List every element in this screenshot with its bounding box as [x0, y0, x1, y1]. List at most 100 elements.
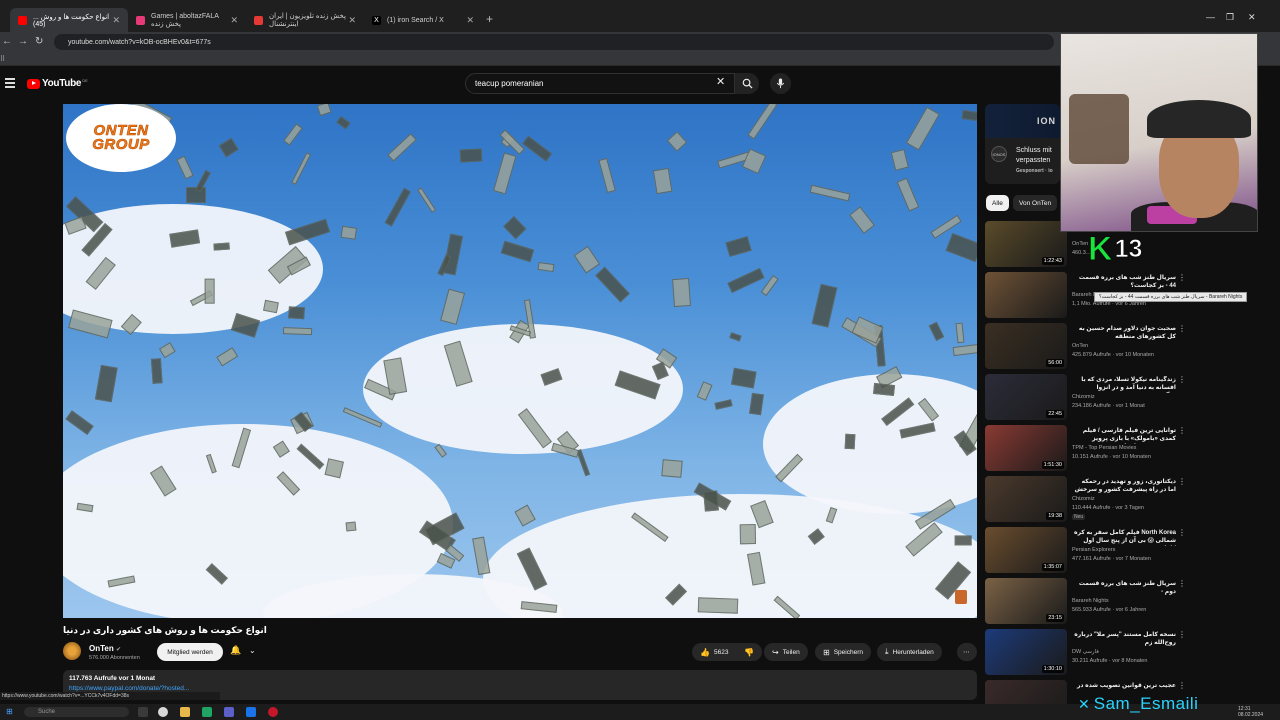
recommendation-item[interactable]: 1:51:30 توانایی ترین فیلم فارسی / فیلم کم…	[985, 425, 1260, 473]
clear-search-icon[interactable]: ✕	[716, 75, 725, 88]
close-tab-icon[interactable]: ✕	[348, 15, 356, 26]
back-icon[interactable]: ←	[2, 36, 12, 47]
chip-all[interactable]: Alle	[986, 195, 1009, 211]
notification-bell-icon[interactable]: 🔔	[230, 645, 241, 656]
video-thumbnail[interactable]	[985, 272, 1067, 318]
video-thumbnail[interactable]: 1:51:30	[985, 425, 1067, 471]
video-duration: 22:45	[1046, 410, 1064, 418]
channel-name[interactable]: TPM - Top Persian Movies	[1072, 445, 1136, 451]
ad-title-line: verpassten	[1016, 156, 1051, 164]
more-vertical-icon[interactable]: ⋮	[1178, 477, 1186, 486]
more-vertical-icon[interactable]: ⋮	[1178, 579, 1186, 588]
search-button[interactable]	[735, 73, 759, 94]
channel-name[interactable]: OnTen ✔	[89, 644, 121, 653]
search-input[interactable]: teacup pomeranian	[465, 73, 735, 94]
app-icon[interactable]	[246, 707, 256, 717]
video-thumbnail[interactable]: 22:45	[985, 374, 1067, 420]
like-count[interactable]: 5623	[714, 649, 728, 656]
youtube-wordmark: YouTube	[42, 78, 82, 89]
video-title: توانایی ترین فیلم فارسی / فیلم کمدی «بام…	[1082, 428, 1176, 443]
chevron-down-icon[interactable]: ⌄	[249, 646, 256, 655]
youtube-favicon-icon	[18, 15, 27, 25]
hamburger-menu-icon[interactable]	[5, 78, 15, 88]
taskbar-search-input[interactable]: Suche	[24, 707, 129, 717]
more-vertical-icon[interactable]: ⋮	[1178, 324, 1186, 333]
logo-line-2: GROUP	[92, 136, 150, 153]
video-duration: 1:22:43	[1041, 257, 1064, 265]
recommendation-item[interactable]: 22:45 زندگینامه نیکولا تسلا، مردی که با ا…	[985, 374, 1260, 422]
app-icon[interactable]	[202, 707, 212, 717]
browser-tab-games[interactable]: Games | aboltazFALA پخش زنده ✕	[128, 8, 246, 32]
browser-tab-x[interactable]: X (1) iron Search / X ✕	[364, 8, 482, 32]
more-vertical-icon[interactable]: ⋮	[1178, 426, 1186, 435]
task-view-icon[interactable]	[138, 707, 148, 717]
more-vertical-icon[interactable]: ⋮	[1178, 681, 1186, 690]
more-actions-button[interactable]: ⋯	[957, 643, 977, 661]
recommendation-item[interactable]: 56:00 صحبت جوان دلاور صدام حسین به کل کشو…	[985, 323, 1260, 371]
thumbs-up-icon[interactable]: 👍	[700, 648, 710, 657]
browser-tab-iranintl[interactable]: پخش زنده تلویزیون | ایران اینترنشنال ✕	[246, 8, 364, 32]
voice-search-button[interactable]	[770, 73, 791, 94]
title-tooltip: سریال طنز شب های برره قسمت 44 - بز کجاست…	[1094, 292, 1248, 302]
channel-name[interactable]: DW فارسی	[1072, 649, 1099, 655]
youtube-logo[interactable]: YouTube DE	[27, 78, 88, 89]
video-player[interactable]: ONTEN GROUP	[63, 104, 977, 618]
close-tab-icon[interactable]: ✕	[230, 15, 238, 26]
save-button[interactable]: ⊞ Speichern	[815, 643, 871, 661]
channel-name[interactable]: Barareh Nights	[1072, 598, 1109, 604]
sponsored-ad-card[interactable]: ION IONOS Schluss mit verpassten Gespons…	[985, 104, 1060, 184]
recommendation-item[interactable]: 1:30:10 نسخه کامل مستند "پسر ملا" درباره …	[985, 629, 1260, 677]
channel-avatar[interactable]	[63, 642, 81, 660]
channel-name[interactable]: Chizomiz	[1072, 394, 1095, 400]
minimize-button[interactable]: —	[1206, 12, 1215, 22]
video-thumbnail[interactable]: 56:00	[985, 323, 1067, 369]
video-thumbnail[interactable]: 1:22:43	[985, 221, 1067, 267]
chip-from-channel[interactable]: Von OnTen	[1013, 195, 1058, 211]
description-link[interactable]: https://www.paypal.com/donate/?hosted...	[69, 685, 971, 692]
video-thumbnail[interactable]: 1:30:10	[985, 629, 1067, 675]
video-duration: 1:51:30	[1041, 461, 1064, 469]
teams-icon[interactable]	[224, 707, 234, 717]
video-thumbnail[interactable]: 19:38	[985, 476, 1067, 522]
forward-icon[interactable]: →	[18, 36, 28, 47]
maximize-button[interactable]: ❐	[1226, 12, 1234, 23]
k13-logo-number: 13	[1114, 234, 1143, 263]
share-button[interactable]: ↪ Teilen	[764, 643, 808, 661]
app-icon[interactable]	[268, 707, 278, 717]
more-vertical-icon[interactable]: ⋮	[1178, 528, 1186, 537]
recommendation-item[interactable]: 1:35:07 North Korea فیلم کامل سفر به کره …	[985, 527, 1260, 575]
tab-label: پخش زنده تلویزیون | ایران اینترنشنال	[269, 13, 346, 28]
channel-name[interactable]: OnTen	[1072, 241, 1088, 247]
more-vertical-icon[interactable]: ⋮	[1178, 273, 1186, 282]
channel-name[interactable]: Chizomiz	[1072, 496, 1095, 502]
channel-name[interactable]: Persian Explorers	[1072, 547, 1115, 553]
close-tab-icon[interactable]: ✕	[466, 15, 474, 26]
x-logo-icon: ✕	[1078, 695, 1090, 712]
apps-grid-icon[interactable]: ⠿	[0, 55, 5, 63]
file-explorer-icon[interactable]	[180, 707, 190, 717]
join-button[interactable]: Mitglied werden	[157, 643, 223, 661]
more-vertical-icon[interactable]: ⋮	[1178, 375, 1186, 384]
browser-tab-youtube[interactable]: انواع حکومت ها و روش ... (45) ✕	[10, 8, 128, 32]
more-vertical-icon[interactable]: ⋮	[1178, 630, 1186, 639]
reload-icon[interactable]: ↻	[35, 36, 43, 47]
channel-watermark-icon[interactable]	[955, 590, 967, 604]
new-badge: Neu	[1072, 514, 1086, 520]
channel-name[interactable]: OnTen	[1072, 343, 1088, 349]
video-thumbnail[interactable]: 23:15	[985, 578, 1067, 624]
new-tab-button[interactable]: +	[486, 12, 493, 26]
chrome-icon[interactable]	[158, 707, 168, 717]
thumbs-down-icon[interactable]: 👎	[744, 648, 754, 657]
verified-icon: ✔	[115, 647, 122, 653]
video-thumbnail[interactable]: 1:35:07	[985, 527, 1067, 573]
video-duration: 23:15	[1046, 614, 1064, 622]
url-field[interactable]: youtube.com/watch?v=kOB-ocBHEv0&t=677s	[54, 34, 1054, 50]
clock[interactable]: 12:31 08.02.2024	[1238, 706, 1263, 718]
recommendation-item[interactable]: 23:15 سریال طنز شب های برره قسمت دوم - Bar…	[985, 578, 1260, 626]
close-window-button[interactable]: ✕	[1248, 12, 1256, 23]
country-code: DE	[82, 78, 88, 83]
start-icon[interactable]: ⊞	[6, 707, 13, 716]
close-tab-icon[interactable]: ✕	[112, 15, 120, 26]
recommendation-item[interactable]: 19:38 دیکتاتوری، زور و تهدید در رحمکه اما…	[985, 476, 1260, 524]
download-button[interactable]: ⤓ Herunterladen	[877, 643, 942, 661]
